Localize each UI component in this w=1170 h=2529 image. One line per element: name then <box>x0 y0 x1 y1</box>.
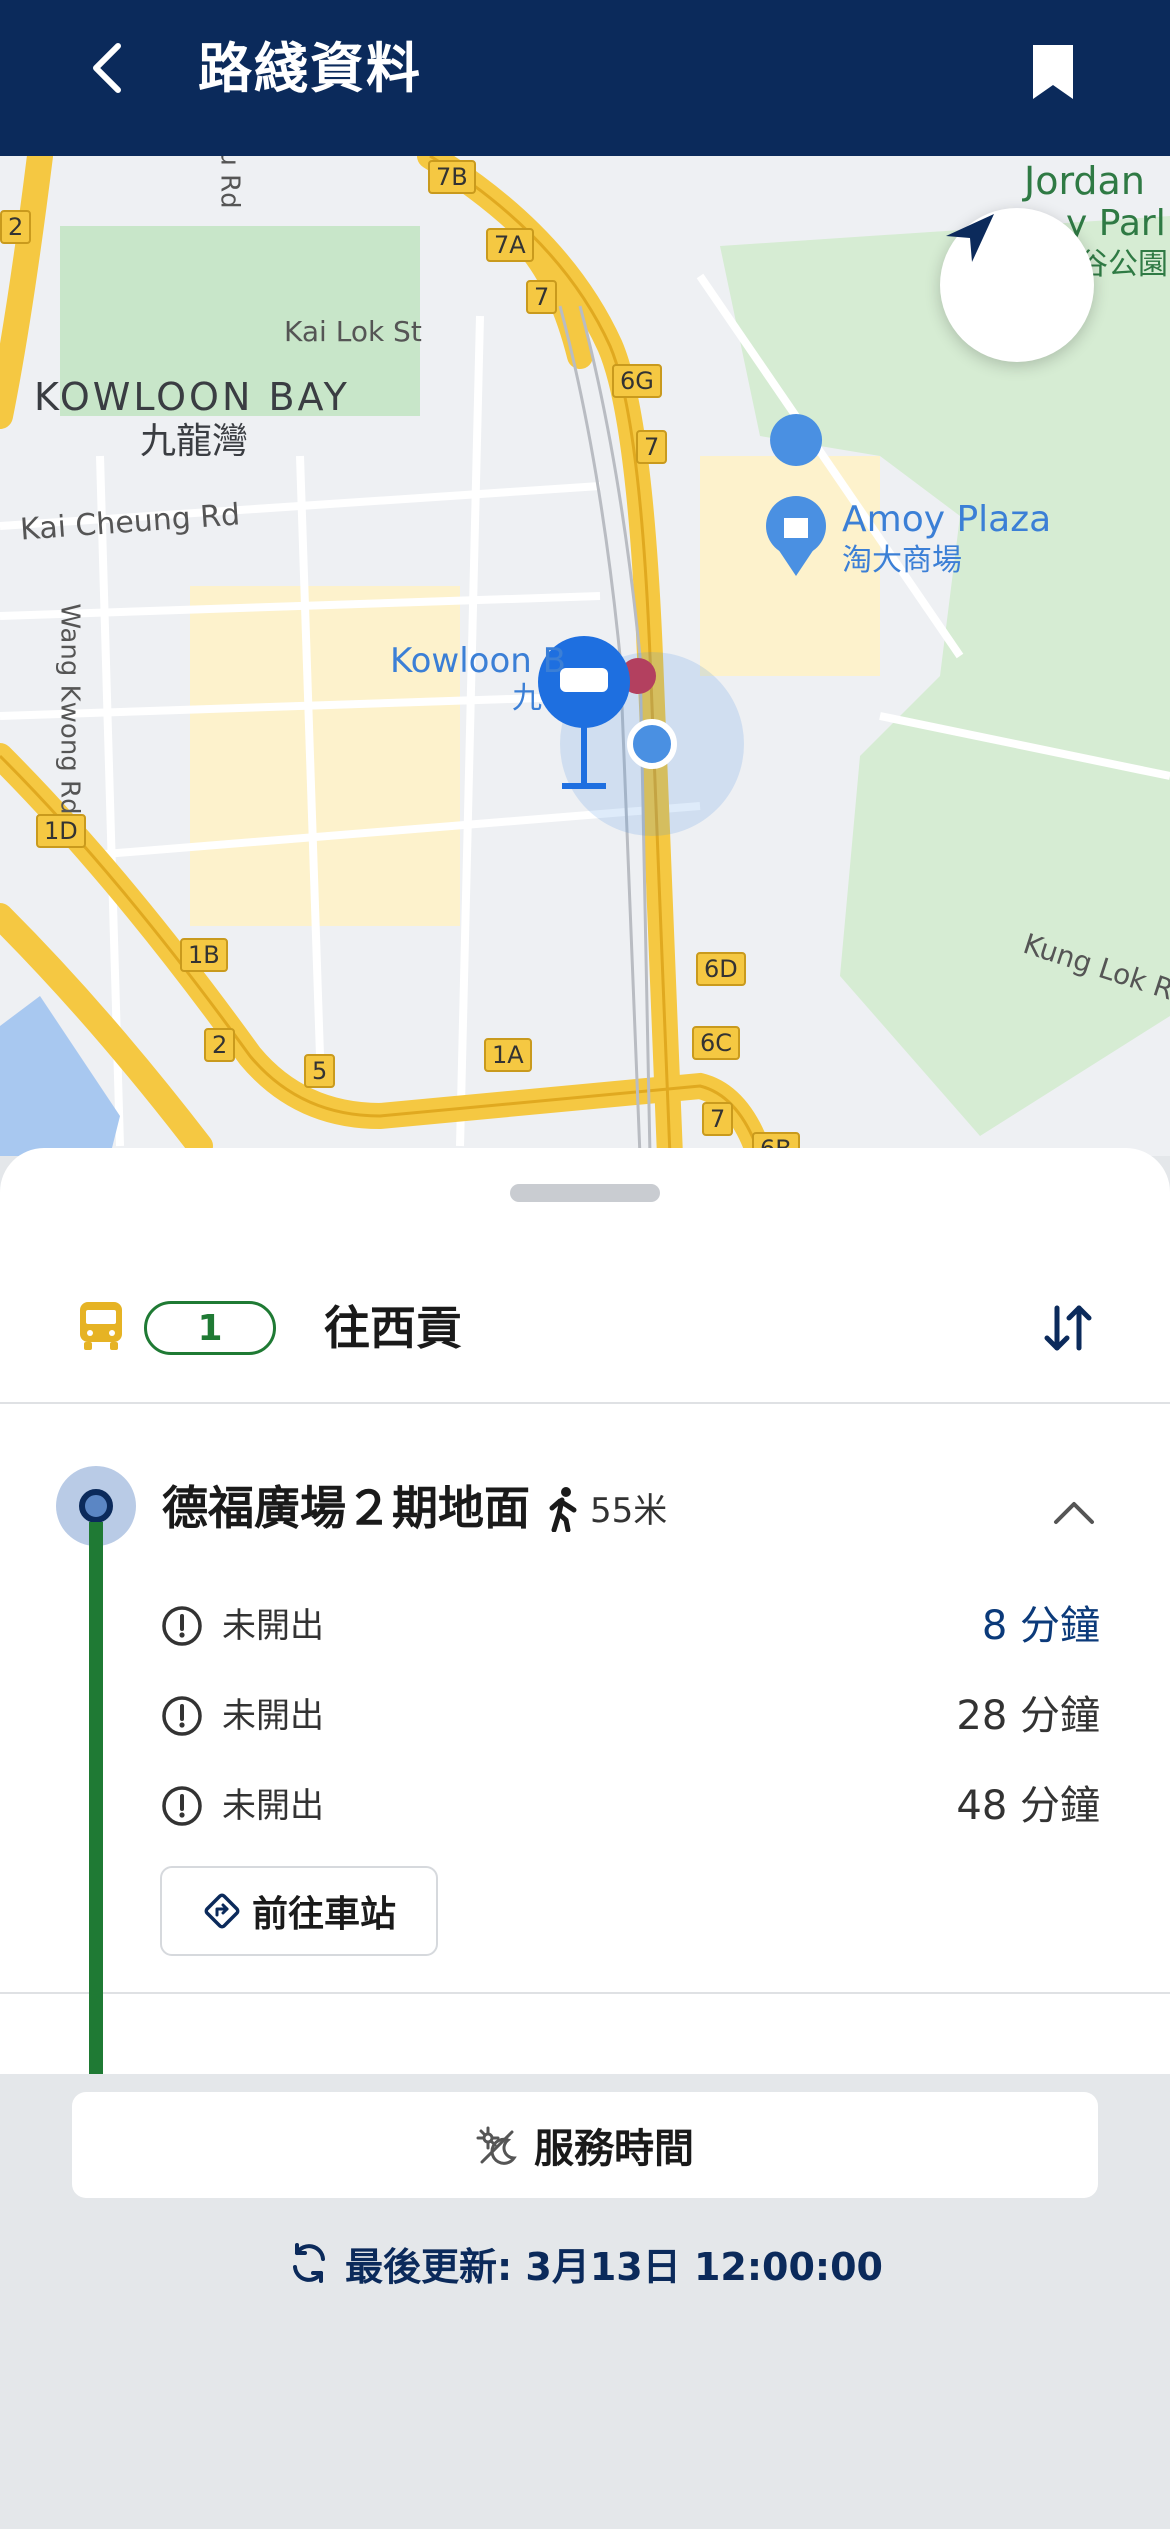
road-shield-7-2: 7 <box>636 430 668 465</box>
chevron-up-icon <box>1054 1502 1094 1524</box>
map-label-amoy-plaza-en: Amoy Plaza <box>842 499 1052 540</box>
route-number-badge: 1 <box>144 1301 276 1355</box>
service-hours-button[interactable]: 服務時間 <box>72 2092 1098 2198</box>
road-shield-7a: 7A <box>486 228 534 263</box>
map-label-kowloon-bay-station: Kowloon B <box>390 641 566 681</box>
swap-direction-icon <box>1044 1305 1092 1351</box>
bus-icon <box>80 1302 122 1350</box>
eta-row: 未開出 48 分鐘 <box>160 1776 1100 1836</box>
eta-time: 8 分鐘 <box>981 1603 1100 1649</box>
map-label-amoy-plaza-zh: 淘大商場 <box>842 543 962 578</box>
route-header: 1 往西貢 <box>0 1248 1170 1404</box>
route-detail-sheet: 1 往西貢 德福廣場２期地面 55米 未開出 8 分鐘 未開出 28 分鐘 未開… <box>0 1148 1170 2078</box>
route-map[interactable]: KOWLOON BAY 九龍灣 Kai Lok St Kai Cheung Rd… <box>0 156 1170 1156</box>
directions-icon <box>204 1893 240 1929</box>
drag-handle[interactable] <box>510 1184 660 1202</box>
eta-status: 未開出 <box>222 1786 324 1826</box>
refresh-icon <box>292 2243 325 2283</box>
back-button[interactable] <box>78 38 138 98</box>
eta-row: 未開出 28 分鐘 <box>160 1686 1100 1746</box>
road-shield-7b: 7B <box>428 160 476 195</box>
alert-circle-icon <box>162 1696 202 1736</box>
road-shield-7: 7 <box>526 280 558 315</box>
eta-status: 未開出 <box>222 1606 324 1646</box>
locate-me-button[interactable] <box>940 208 1094 362</box>
service-hours-label: 服務時間 <box>534 2126 694 2172</box>
map-label-kowloon-bay-en: KOWLOON BAY <box>34 375 350 419</box>
map-label-road-top: u Rd <box>214 156 245 209</box>
road-shield-1d: 1D <box>36 814 86 849</box>
route-destination: 往西貢 <box>324 1301 462 1355</box>
walking-icon <box>549 1487 577 1532</box>
app-header: 路綫資料 <box>0 0 1170 156</box>
bookmark-icon <box>1033 45 1073 99</box>
navigation-arrow-icon <box>946 214 994 262</box>
bookmark-button[interactable] <box>1020 36 1086 108</box>
alert-circle-icon <box>162 1786 202 1826</box>
day-night-icon <box>476 2126 517 2165</box>
go-to-stop-button[interactable]: 前往車站 <box>160 1866 438 1956</box>
road-shield-6c: 6C <box>692 1026 741 1061</box>
swap-direction-button[interactable] <box>1038 1298 1098 1358</box>
go-to-stop-label: 前往車站 <box>251 1894 396 1935</box>
map-label-wang-kwong-rd: Wang Kwong Rd <box>54 603 85 815</box>
road-shield-5: 5 <box>304 1054 336 1089</box>
stop-name[interactable]: 德福廣場２期地面 <box>162 1478 530 1538</box>
page-title: 路綫資料 <box>198 37 422 100</box>
collapse-button[interactable] <box>1046 1484 1102 1540</box>
eta-time: 48 分鐘 <box>956 1783 1100 1829</box>
road-shield-1a: 1A <box>484 1038 532 1073</box>
chevron-left-icon <box>93 43 121 93</box>
eta-status: 未開出 <box>222 1696 324 1736</box>
stop-section: 德福廣場２期地面 55米 未開出 8 分鐘 未開出 28 分鐘 未開出 48 分… <box>0 1404 1170 1994</box>
road-shield-6d: 6D <box>696 952 746 987</box>
last-updated-row[interactable]: 最後更新: 3月13日 12:00:00 <box>0 2228 1170 2298</box>
route-line <box>89 1522 103 2082</box>
eta-time: 28 分鐘 <box>956 1693 1100 1739</box>
bottom-panel: 服務時間 最後更新: 3月13日 12:00:00 <box>0 2074 1170 2529</box>
eta-row: 未開出 8 分鐘 <box>160 1596 1100 1656</box>
road-shield-7-3: 7 <box>702 1102 734 1137</box>
road-shield-2: 2 <box>0 210 32 245</box>
road-shield-1b: 1B <box>180 938 228 973</box>
last-updated-label: 最後更新: 3月13日 12:00:00 <box>344 2244 883 2289</box>
walk-distance: 55米 <box>590 1491 668 1531</box>
road-shield-6g: 6G <box>612 364 662 399</box>
map-label-kai-lok-st: Kai Lok St <box>284 315 422 348</box>
map-label-jordan-valley-2: y Parl <box>1066 203 1166 244</box>
road-shield-2-2: 2 <box>204 1028 236 1063</box>
map-label-jordan-valley: Jordan <box>1024 159 1145 203</box>
map-label-kowloon-bay-zh: 九龍灣 <box>140 421 249 462</box>
alert-circle-icon <box>162 1606 202 1646</box>
map-label-kowloon-bay-station-zh: 九 <box>512 681 542 716</box>
